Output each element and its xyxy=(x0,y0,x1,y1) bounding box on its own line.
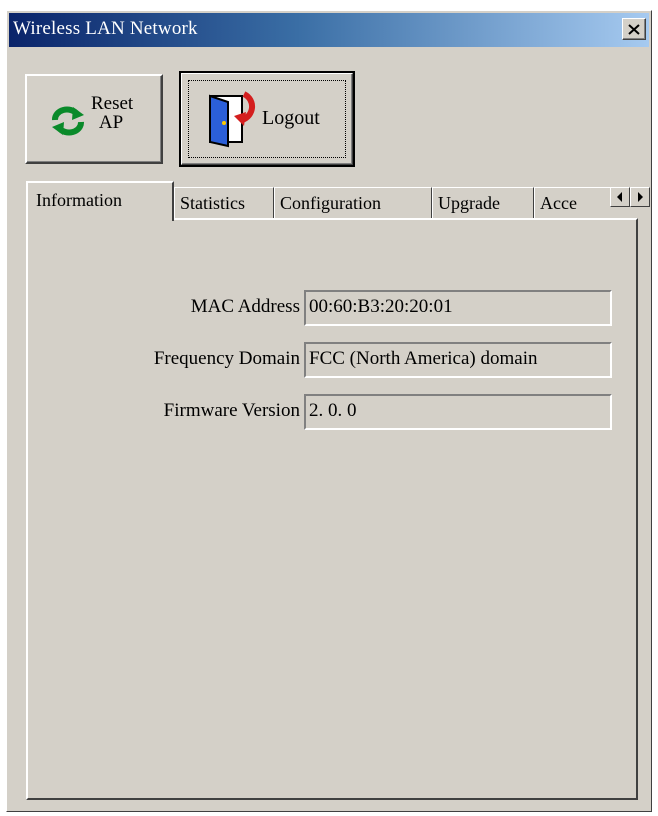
firmware-version-field[interactable]: 2. 0. 0 xyxy=(304,394,612,430)
tab-strip: Information Statistics Configuration Upg… xyxy=(26,181,654,221)
firmware-version-row: Firmware Version : 2. 0. 0 xyxy=(28,394,636,430)
frequency-domain-row: Frequency Domain : FCC (North America) d… xyxy=(28,342,636,378)
logout-label: Logout xyxy=(262,107,320,129)
mac-address-row: MAC Address : 00:60:B3:20:20:01 xyxy=(28,290,636,326)
tab-configuration[interactable]: Configuration xyxy=(274,187,432,219)
tab-information[interactable]: Information xyxy=(26,181,174,221)
refresh-icon xyxy=(52,106,84,136)
title-bar[interactable]: Wireless LAN Network xyxy=(9,13,649,47)
tab-label: Upgrade xyxy=(438,193,500,213)
tab-label: Acce xyxy=(540,193,577,213)
frequency-domain-field[interactable]: FCC (North America) domain xyxy=(304,342,612,378)
door-exit-icon xyxy=(209,91,255,148)
arrow-left-icon xyxy=(617,192,622,202)
firmware-version-label: Firmware Version : xyxy=(163,400,310,421)
tab-label: Configuration xyxy=(280,193,381,213)
close-icon xyxy=(628,23,640,35)
arrow-right-icon xyxy=(638,192,643,202)
tab-scroll-right-button[interactable] xyxy=(630,187,650,207)
reset-ap-button[interactable]: Reset AP xyxy=(25,74,163,164)
tab-scroll-left-button[interactable] xyxy=(610,187,630,207)
tab-label: Information xyxy=(36,190,122,210)
tab-access[interactable]: Acce xyxy=(534,187,618,219)
logout-button[interactable]: Logout xyxy=(179,71,355,167)
close-button[interactable] xyxy=(622,18,646,40)
tab-upgrade[interactable]: Upgrade xyxy=(432,187,534,219)
information-panel: MAC Address : 00:60:B3:20:20:01 Frequenc… xyxy=(26,218,638,800)
mac-address-label: MAC Address : xyxy=(190,296,310,317)
frequency-domain-label: Frequency Domain : xyxy=(153,348,310,369)
window-title: Wireless LAN Network xyxy=(13,18,198,39)
tab-label: Statistics xyxy=(180,193,246,213)
reset-ap-label: Reset AP xyxy=(91,93,134,133)
tab-statistics[interactable]: Statistics xyxy=(174,187,274,219)
mac-address-field[interactable]: 00:60:B3:20:20:01 xyxy=(304,290,612,326)
